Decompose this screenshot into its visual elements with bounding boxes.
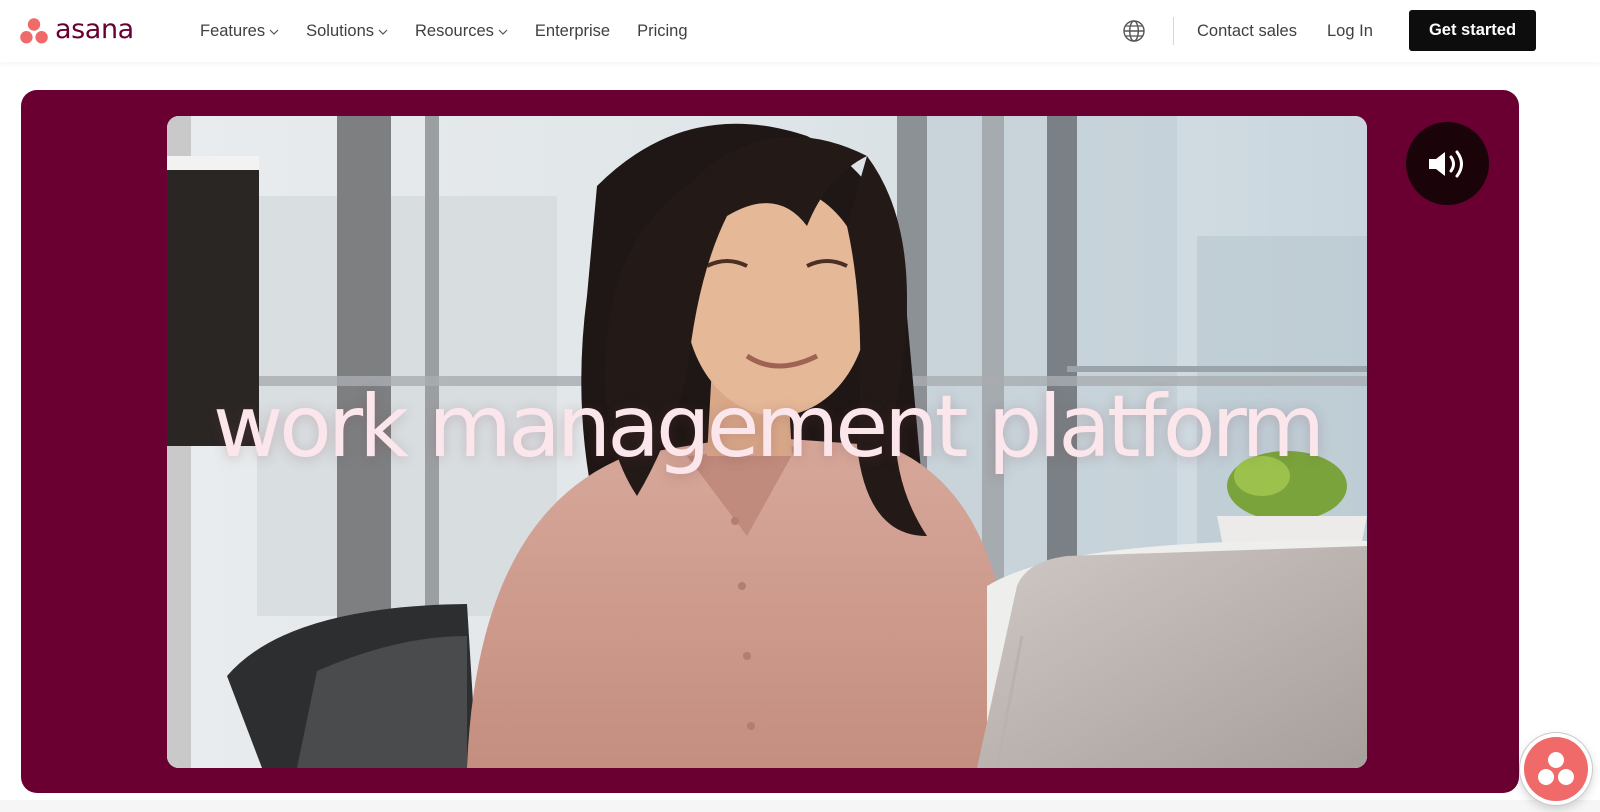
nav-enterprise-label: Enterprise	[534, 21, 611, 40]
nav-features-label: Features	[200, 21, 266, 40]
speaker-sound-on-icon	[1428, 150, 1463, 177]
site-header: asana Features Solutions Resources Enter…	[0, 0, 1600, 62]
chevron-down-icon	[378, 29, 388, 35]
main-nav: Features Solutions Resources Enterprise …	[200, 0, 715, 62]
asana-dots-icon	[1538, 752, 1574, 785]
nav-pricing-label: Pricing	[637, 21, 688, 40]
nav-enterprise[interactable]: Enterprise	[535, 22, 610, 41]
video-caption: work management platform	[212, 377, 1325, 477]
nav-features[interactable]: Features	[200, 22, 279, 41]
nav-solutions[interactable]: Solutions	[306, 22, 388, 41]
asana-chat-widget-button[interactable]	[1520, 733, 1592, 805]
log-in-link[interactable]: Log In	[1327, 0, 1373, 62]
chevron-down-icon	[269, 29, 279, 35]
asana-dots-icon	[20, 18, 48, 44]
hero-video[interactable]: work management platform	[167, 116, 1367, 768]
globe-icon[interactable]	[1122, 19, 1146, 43]
widget-badge	[1524, 737, 1588, 801]
chevron-down-icon	[498, 29, 508, 35]
nav-pricing[interactable]: Pricing	[637, 22, 687, 41]
nav-solutions-label: Solutions	[306, 21, 375, 40]
logo-wordmark: asana	[55, 13, 134, 45]
contact-sales-link[interactable]: Contact sales	[1197, 0, 1297, 62]
nav-resources[interactable]: Resources	[415, 22, 508, 41]
get-started-button[interactable]: Get started	[1409, 10, 1536, 51]
nav-resources-label: Resources	[415, 21, 494, 40]
hero-panel: work management platform	[21, 90, 1519, 793]
header-divider	[1173, 17, 1174, 45]
sound-toggle-button[interactable]	[1406, 122, 1489, 205]
asana-logo[interactable]: asana	[20, 14, 134, 48]
section-divider	[0, 800, 1600, 812]
